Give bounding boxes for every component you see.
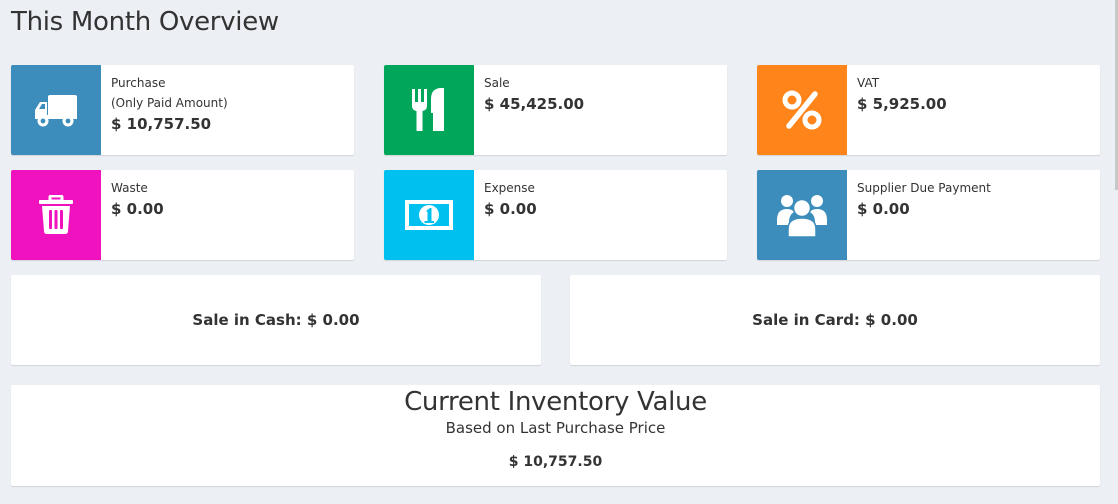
info-number: $ 10,757.50 [111, 115, 212, 133]
info-box-waste: Waste $ 0.00 [11, 170, 354, 260]
inventory-value-box: Current Inventory Value Based on Last Pu… [11, 385, 1100, 486]
info-label: VAT [857, 76, 880, 90]
info-number: $ 0.00 [484, 200, 537, 218]
info-box-supplier-due: Supplier Due Payment $ 0.00 [757, 170, 1100, 260]
percent-icon [757, 65, 847, 155]
info-number: $ 5,925.00 [857, 95, 947, 113]
inventory-subtitle: Based on Last Purchase Price [445, 419, 666, 437]
info-label: Sale [484, 76, 510, 90]
trash-icon [11, 170, 101, 260]
info-label: Supplier Due Payment [857, 181, 991, 195]
info-box-vat: VAT $ 5,925.00 [757, 65, 1100, 155]
sale-in-card-box: Sale in Card: $ 0.00 [570, 275, 1100, 365]
info-label: Waste [111, 181, 148, 195]
money-bill-icon [384, 170, 474, 260]
fork-knife-icon [384, 65, 474, 155]
info-number: $ 0.00 [111, 200, 164, 218]
inventory-value: $ 10,757.50 [508, 454, 603, 470]
truck-icon [11, 65, 101, 155]
info-label: Expense [484, 181, 535, 195]
sale-in-cash-box: Sale in Cash: $ 0.00 [11, 275, 541, 365]
info-box-expense: Expense $ 0.00 [384, 170, 727, 260]
users-icon [757, 170, 847, 260]
info-label: Purchase [111, 76, 166, 90]
page-title: This Month Overview [11, 7, 279, 37]
info-sublabel: (Only Paid Amount) [111, 96, 228, 110]
info-box-purchase: Purchase (Only Paid Amount) $ 10,757.50 [11, 65, 354, 155]
sale-in-card-text: Sale in Card: $ 0.00 [752, 311, 918, 329]
info-number: $ 0.00 [857, 200, 910, 218]
sale-in-cash-text: Sale in Cash: $ 0.00 [192, 311, 360, 329]
info-number: $ 45,425.00 [484, 95, 585, 113]
inventory-title: Current Inventory Value [404, 387, 707, 417]
info-box-sale: Sale $ 45,425.00 [384, 65, 727, 155]
